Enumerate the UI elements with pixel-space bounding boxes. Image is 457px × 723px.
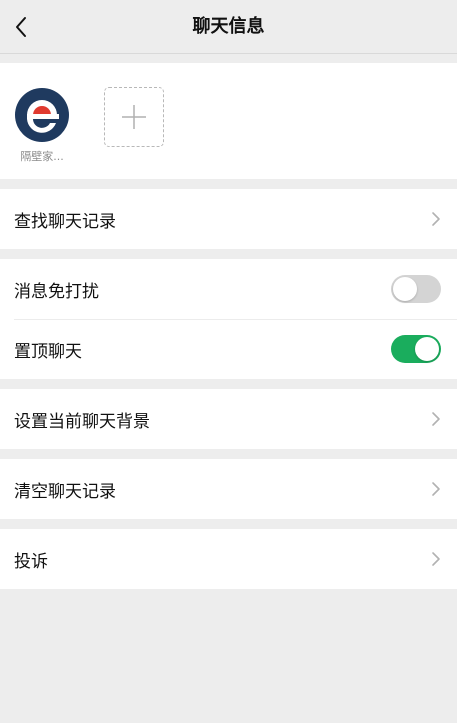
- member-grid: 隔壁家...: [0, 63, 457, 179]
- chevron-right-icon: [432, 412, 440, 426]
- chevron-right-icon: [432, 212, 440, 226]
- mute-toggle[interactable]: [391, 275, 441, 303]
- sticky-label: 置顶聊天: [14, 341, 82, 362]
- settings-group: 消息免打扰 置顶聊天: [0, 259, 457, 379]
- sticky-item: 置顶聊天: [0, 319, 457, 379]
- mute-label: 消息免打扰: [14, 281, 99, 302]
- toggle-knob: [393, 277, 417, 301]
- clear-history-label: 清空聊天记录: [14, 481, 116, 502]
- search-history-label: 查找聊天记录: [14, 211, 116, 232]
- member-item[interactable]: 隔壁家...: [12, 87, 72, 164]
- set-background-item[interactable]: 设置当前聊天背景: [0, 389, 457, 449]
- search-group: 查找聊天记录: [0, 189, 457, 249]
- member-name: 隔壁家...: [20, 150, 64, 163]
- report-item[interactable]: 投诉: [0, 529, 457, 589]
- chevron-right-icon: [432, 482, 440, 496]
- page-title: 聊天信息: [192, 16, 265, 37]
- chevron-right-icon: [432, 552, 440, 566]
- toggle-knob: [415, 337, 439, 361]
- avatar: [15, 88, 69, 142]
- plus-icon: [122, 105, 146, 129]
- clear-group: 清空聊天记录: [0, 459, 457, 519]
- report-group: 投诉: [0, 529, 457, 589]
- add-member-button[interactable]: [104, 87, 164, 147]
- background-group: 设置当前聊天背景: [0, 389, 457, 449]
- sticky-toggle[interactable]: [391, 335, 441, 363]
- set-background-label: 设置当前聊天背景: [14, 411, 150, 432]
- navigation-bar: 聊天信息: [0, 0, 457, 54]
- search-history-item[interactable]: 查找聊天记录: [0, 189, 457, 249]
- clear-history-item[interactable]: 清空聊天记录: [0, 459, 457, 519]
- report-label: 投诉: [14, 551, 48, 572]
- mute-item: 消息免打扰: [0, 259, 457, 319]
